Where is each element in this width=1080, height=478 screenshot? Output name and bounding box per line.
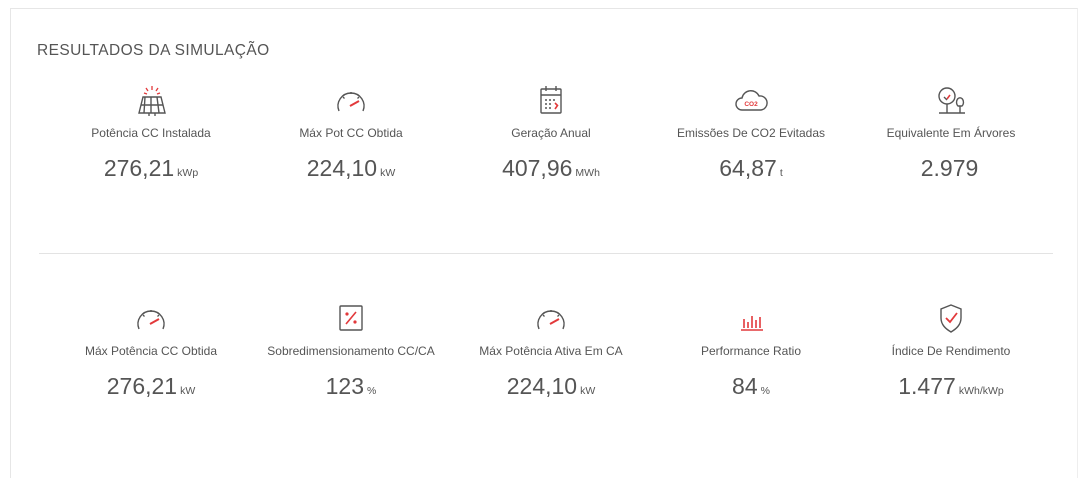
metric-unit: kWp: [177, 167, 199, 179]
results-row-1: Potência CC Instalada 276,21 kWp Máx Pot …: [51, 83, 1051, 233]
bar-chart-icon: [731, 301, 771, 335]
metric-value: 276,21: [106, 373, 178, 399]
metric-max-cc-power-obtained: Máx Potência CC Obtida 276,21 kW: [51, 301, 251, 404]
metric-value-wrap: 64,87 t: [651, 155, 851, 186]
metric-unit: %: [367, 385, 377, 397]
metric-value: 224,10: [506, 373, 578, 399]
metric-value-wrap: 1.477 kWh/kWp: [851, 373, 1051, 404]
solar-panel-icon: [131, 83, 171, 117]
shield-check-icon: [931, 301, 971, 335]
metric-label: Emissões De CO2 Evitadas: [676, 126, 826, 140]
metric-value-wrap: 276,21 kW: [51, 373, 251, 404]
metric-unit: kW: [380, 167, 396, 179]
results-row-2: Máx Potência CC Obtida 276,21 kW Sobredim…: [51, 301, 1051, 451]
metric-unit: t: [779, 167, 783, 179]
metric-yield-index: Índice De Rendimento 1.477 kWh/kWp: [851, 301, 1051, 404]
percent-box-icon: [331, 301, 371, 335]
metric-value-wrap: 84%: [651, 373, 851, 404]
co2-cloud-icon: CO2: [731, 83, 771, 117]
simulation-results-card: RESULTADOS DA SIMULAÇÃO Potência CC Inst…: [10, 8, 1078, 478]
metric-max-active-power-ac: Máx Potência Ativa Em CA 224,10 kW: [451, 301, 651, 404]
metric-performance-ratio: Performance Ratio 84%: [651, 301, 851, 404]
metric-value-wrap: 123%: [251, 373, 451, 404]
metric-value: 123: [325, 373, 365, 399]
metric-label: Equivalente Em Árvores: [886, 126, 1016, 140]
metric-label: Sobredimensionamento CC/CA: [267, 344, 435, 358]
metric-value-wrap: 276,21 kWp: [51, 155, 251, 186]
gauge-icon: [331, 83, 371, 117]
svg-text:CO2: CO2: [744, 101, 758, 108]
metric-value: 224,10: [306, 155, 378, 181]
metric-label: Potência CC Instalada: [91, 126, 211, 140]
metric-value-wrap: 407,96 MWh: [451, 155, 651, 186]
calendar-icon: [531, 83, 571, 117]
metric-annual-generation: Geração Anual 407,96 MWh: [451, 83, 651, 186]
section-title: RESULTADOS DA SIMULAÇÃO: [37, 42, 270, 59]
metric-unit: kWh/kWp: [958, 385, 1004, 397]
metric-value: 64,87: [719, 155, 777, 181]
metric-value-wrap: 224,10 kW: [251, 155, 451, 186]
metric-value: 407,96: [502, 155, 573, 181]
metric-value: 1.477: [898, 373, 956, 399]
metric-value: 84: [732, 373, 758, 399]
section-divider: [39, 253, 1053, 254]
metric-label: Geração Anual: [511, 126, 591, 140]
metric-label: Máx Potência CC Obtida: [84, 344, 218, 358]
metric-installed-power: Potência CC Instalada 276,21 kWp: [51, 83, 251, 186]
metric-label: Índice De Rendimento: [891, 344, 1011, 358]
metric-max-cc-power: Máx Pot CC Obtida 224,10 kW: [251, 83, 451, 186]
metric-unit: kW: [180, 385, 196, 397]
metric-value: 276,21: [103, 155, 175, 181]
metric-label: Máx Pot CC Obtida: [299, 126, 403, 140]
metric-label: Performance Ratio: [700, 344, 802, 358]
metric-value: 2.979: [920, 155, 979, 181]
trees-icon: [931, 83, 971, 117]
metric-co2-avoided: CO2 Emissões De CO2 Evitadas 64,87 t: [651, 83, 851, 186]
gauge-icon: [531, 301, 571, 335]
metric-tree-equivalent: Equivalente Em Árvores 2.979: [851, 83, 1051, 186]
metric-oversizing-dc-ac: Sobredimensionamento CC/CA 123%: [251, 301, 451, 404]
metric-unit: %: [760, 385, 770, 397]
metric-value-wrap: 224,10 kW: [451, 373, 651, 404]
gauge-icon: [131, 301, 171, 335]
metric-label: Máx Potência Ativa Em CA: [479, 344, 623, 358]
metric-unit: MWh: [575, 167, 600, 179]
metric-unit: kW: [580, 385, 596, 397]
metric-value-wrap: 2.979: [851, 155, 1051, 186]
